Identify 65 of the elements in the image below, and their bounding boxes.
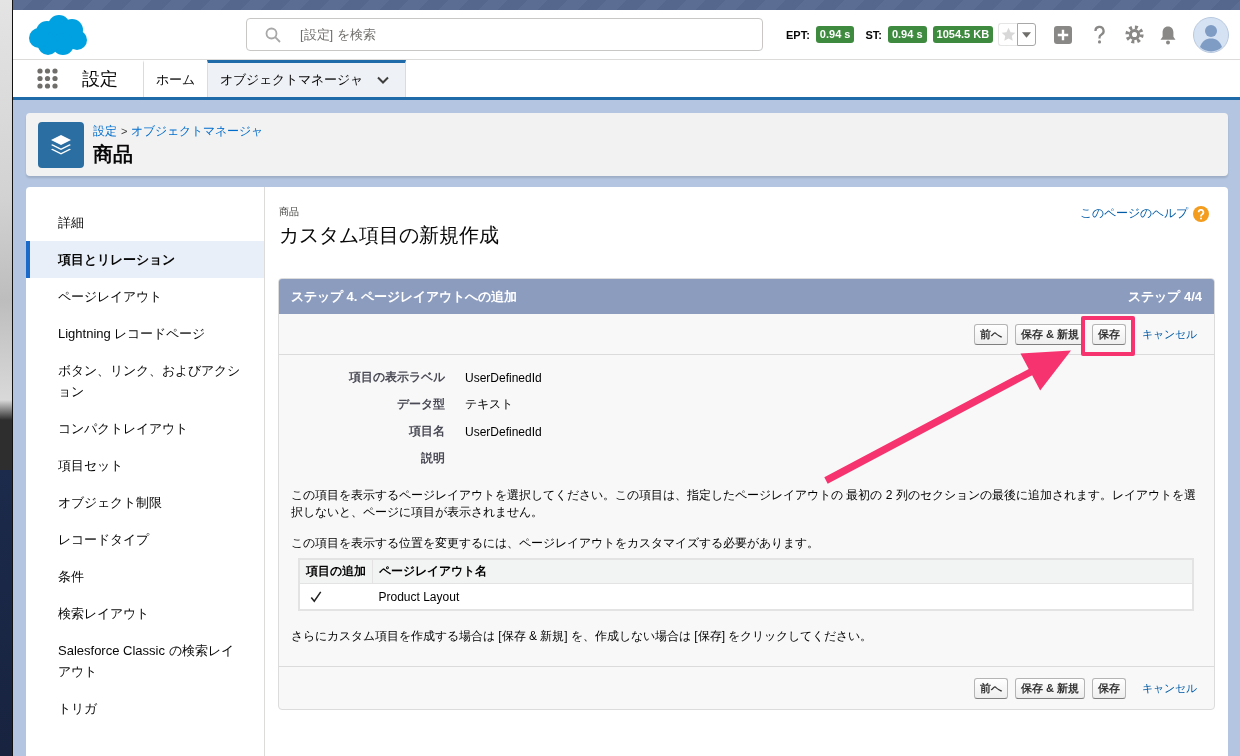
sidebar-item[interactable]: レコードタイプ (26, 521, 264, 558)
gear-icon[interactable] (1125, 25, 1145, 44)
sidebar-item[interactable]: 検索レイアウト (26, 595, 264, 632)
search-field[interactable]: [設定] を検索 (246, 18, 763, 51)
cloud-logo-icon[interactable] (28, 13, 88, 56)
favorite-button[interactable] (998, 23, 1018, 46)
help-icon[interactable] (1093, 25, 1107, 44)
column-header: ページレイアウト名 (372, 559, 1193, 584)
breadcrumb-link[interactable]: 設定 (93, 122, 117, 139)
bell-icon[interactable] (1159, 24, 1178, 45)
star-icon (1000, 27, 1016, 42)
chevron-down-icon[interactable] (377, 76, 389, 84)
action-link[interactable]: キャンセル (1142, 680, 1197, 696)
nav-tab[interactable]: オブジェクトマネージャ (207, 60, 406, 97)
metric-label: ST: (865, 28, 882, 41)
sidebar-item[interactable]: Salesforce Classic の検索レイアウト (26, 632, 264, 690)
breadcrumb-link[interactable]: オブジェクトマネージャ (131, 122, 264, 139)
action-button[interactable]: 前へ (973, 677, 1008, 699)
sidebar-item[interactable]: トリガ (26, 690, 264, 727)
field-label: 項目の表示ラベル (347, 369, 445, 386)
metric-label: EPT: (786, 28, 810, 41)
metric-badge: 0.94 s (815, 26, 855, 43)
sidebar-item[interactable]: ページレイアウト (26, 278, 264, 315)
sidebar-item[interactable]: 項目セット (26, 447, 264, 484)
action-button[interactable]: 保存 & 新規 (1014, 677, 1085, 699)
action-button[interactable]: 保存 (1092, 323, 1126, 345)
search-icon (265, 27, 281, 43)
instruction-text: さらにカスタム項目を作成する場合は [保存 & 新規] を、作成しない場合は [保存] をクリックしてください。 (291, 628, 874, 645)
sidebar-item[interactable]: 条件 (26, 558, 264, 595)
step-title: ステップ 4. ページレイアウトへの追加 (291, 287, 518, 306)
action-button[interactable]: 前へ (973, 323, 1008, 345)
page-title: 商品 (93, 141, 133, 167)
table-cell: Product Layout (372, 583, 1193, 610)
column-header: 項目の追加 (299, 559, 373, 584)
sidebar-item[interactable]: ボタン、リンク、およびアクション (26, 352, 264, 410)
object-label: 商品 (279, 205, 300, 218)
app-launcher-icon[interactable] (37, 68, 58, 89)
avatar-icon[interactable] (1193, 16, 1230, 53)
field-value: UserDefinedId (465, 424, 542, 439)
instruction-text: この項目を表示するページレイアウトを選択してください。この項目は、指定したページレイアウトの 最初の 2 列のセクションの最後に追加されます。レイアウトを選択しないと、ページに項目が表示されません。 (291, 487, 1197, 521)
layers-icon (38, 121, 84, 168)
step-counter: ステップ 4/4 (1128, 287, 1202, 306)
breadcrumb-separator: > (121, 123, 128, 139)
sidebar-item[interactable]: Lightning レコードページ (26, 315, 264, 352)
sidebar-item[interactable]: 項目とリレーション (26, 241, 264, 278)
plus-icon[interactable] (1054, 25, 1073, 44)
field-label: 項目名 (407, 423, 445, 440)
help-link[interactable]: このページのヘルプ (1080, 205, 1188, 222)
app-name: 設定 (82, 67, 118, 91)
field-label: データ型 (396, 396, 445, 413)
field-value: テキスト (465, 396, 513, 413)
action-link[interactable]: キャンセル (1142, 326, 1197, 342)
field-label: 説明 (420, 450, 445, 467)
metric-badge: 1054.5 KB (932, 26, 994, 43)
caret-down-icon (1022, 31, 1032, 38)
action-button[interactable]: 保存 (1092, 677, 1126, 699)
help-icon[interactable] (1193, 205, 1209, 222)
sidebar-item[interactable]: オブジェクト制限 (26, 484, 264, 521)
sidebar-item[interactable]: コンパクトレイアウト (26, 410, 264, 447)
instruction-text: この項目を表示する位置を変更するには、ページレイアウトをカスタマイズする必要があります。 (291, 535, 820, 552)
sidebar-item[interactable]: 詳細 (26, 204, 264, 241)
favorites-menu-button[interactable] (1017, 23, 1037, 46)
field-value: UserDefinedId (465, 370, 542, 385)
section-title: カスタム項目の新規作成 (279, 223, 499, 248)
metric-badge: 0.94 s (887, 26, 927, 43)
